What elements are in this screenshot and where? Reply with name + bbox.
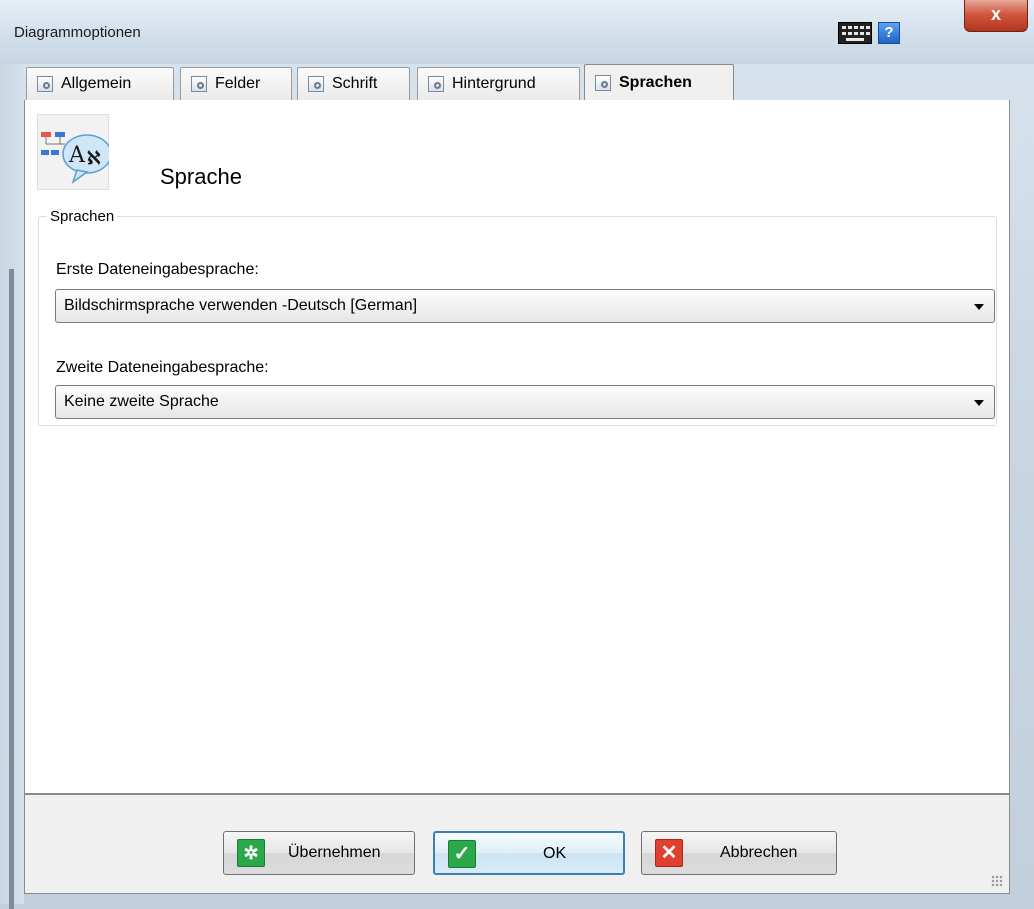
ok-button-label: OK: [543, 845, 567, 862]
tab-strip: Allgemein Felder Schrift Hintergrund Spr…: [24, 64, 1010, 101]
diagram-options-dialog: Diagrammoptionen ? x Allgemein Felder Sc…: [0, 0, 1034, 909]
tab-panel-sprachen: A ℵ Sprache Sprachen Erste Dateneingabes…: [24, 100, 1010, 794]
tab-label: Felder: [215, 75, 261, 92]
second-language-label: Zweite Dateneingabesprache:: [56, 359, 269, 376]
title-bar: Diagrammoptionen ? x: [0, 0, 1034, 64]
chevron-down-icon: [974, 400, 984, 406]
keyboard-icon[interactable]: [838, 22, 872, 44]
settings-gear-icon: [37, 76, 53, 92]
tab-label: Schrift: [332, 75, 378, 92]
apply-button-label: Übernehmen: [288, 844, 381, 861]
apply-button[interactable]: ✲ Übernehmen: [223, 831, 415, 875]
tab-label: Sprachen: [619, 74, 692, 91]
svg-text:A: A: [68, 143, 86, 168]
tab-label: Allgemein: [61, 75, 132, 92]
tab-sprachen[interactable]: Sprachen: [584, 64, 734, 101]
window-left-edge: [0, 64, 24, 909]
tab-hintergrund[interactable]: Hintergrund: [417, 67, 580, 100]
first-language-select[interactable]: Bildschirmsprache verwenden -Deutsch [Ge…: [55, 289, 995, 323]
x-icon: ✕: [655, 839, 683, 867]
settings-gear-icon: [428, 76, 444, 92]
svg-text:ℵ: ℵ: [87, 148, 101, 169]
languages-group: Sprachen Erste Dateneingabesprache: Bild…: [38, 208, 997, 426]
resize-grip[interactable]: [991, 875, 1003, 887]
settings-gear-icon: [191, 76, 207, 92]
chevron-down-icon: [974, 304, 984, 310]
cancel-button[interactable]: ✕ Abbrechen: [641, 831, 837, 875]
tab-label: Hintergrund: [452, 75, 536, 92]
close-button[interactable]: x: [964, 0, 1028, 32]
ok-button[interactable]: ✓ OK: [433, 831, 625, 875]
settings-gear-icon: [308, 76, 324, 92]
group-title: Sprachen: [50, 208, 115, 225]
second-language-select[interactable]: Keine zweite Sprache: [55, 385, 995, 419]
page-title: Sprache: [160, 164, 242, 189]
window-title: Diagrammoptionen: [14, 24, 141, 41]
help-button[interactable]: ?: [878, 22, 900, 44]
first-language-label: Erste Dateneingabesprache:: [56, 261, 259, 278]
apply-icon: ✲: [237, 839, 265, 867]
second-language-value: Keine zweite Sprache: [64, 393, 219, 410]
button-bar: ✲ Übernehmen ✓ OK ✕ Abbrechen: [24, 794, 1010, 894]
first-language-value: Bildschirmsprache verwenden -Deutsch [Ge…: [64, 297, 418, 314]
language-diagram-icon: A ℵ: [37, 114, 109, 190]
checkmark-icon: ✓: [448, 840, 476, 868]
tab-allgemein[interactable]: Allgemein: [26, 67, 174, 100]
settings-gear-icon: [595, 75, 611, 91]
tab-schrift[interactable]: Schrift: [297, 67, 410, 100]
tab-felder[interactable]: Felder: [180, 67, 292, 100]
cancel-button-label: Abbrechen: [720, 844, 798, 861]
